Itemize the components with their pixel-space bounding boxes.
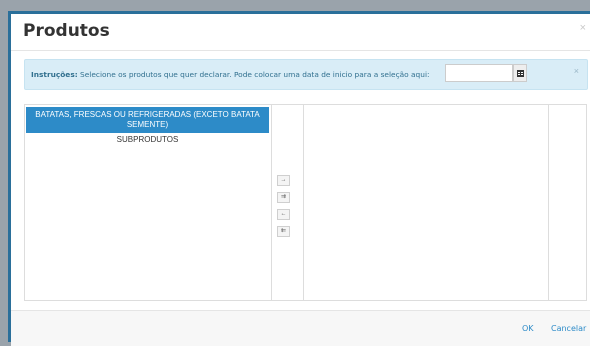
start-date-input[interactable] [445, 64, 513, 82]
instructions-alert: Instruções: Selecione os produtos que qu… [24, 59, 588, 90]
move-selected-left-button[interactable]: ← [277, 209, 290, 220]
instructions-text: Instruções: Selecione os produtos que qu… [31, 70, 429, 79]
move-selected-right-button[interactable]: → [277, 175, 290, 186]
list-item[interactable]: SUBPRODUTOS [25, 133, 270, 147]
ok-button[interactable]: OK [522, 324, 534, 333]
instructions-label: Instruções: [31, 70, 78, 79]
move-all-right-button[interactable]: ⇉ [277, 192, 290, 203]
calendar-icon [517, 70, 524, 77]
instructions-body: Selecione os produtos que quer declarar.… [77, 70, 430, 79]
modal-header: Produtos × [11, 14, 590, 51]
selected-products-list[interactable] [303, 105, 549, 300]
dual-list-box: BATATAS, FRESCAS OU REFRIGERADAS (EXCETO… [24, 104, 587, 301]
available-products-list[interactable]: BATATAS, FRESCAS OU REFRIGERADAS (EXCETO… [25, 105, 272, 300]
calendar-button[interactable] [513, 64, 527, 82]
modal-title: Produtos [23, 21, 110, 41]
list-item[interactable]: BATATAS, FRESCAS OU REFRIGERADAS (EXCETO… [26, 107, 269, 133]
products-modal: Produtos × Instruções: Selecione os prod… [8, 11, 590, 346]
alert-close-icon[interactable]: × [574, 66, 579, 76]
move-all-left-button[interactable]: ⇇ [277, 226, 290, 237]
close-icon[interactable]: × [580, 22, 586, 34]
modal-footer: OK Cancelar [11, 310, 590, 346]
cancel-button[interactable]: Cancelar [551, 324, 586, 333]
